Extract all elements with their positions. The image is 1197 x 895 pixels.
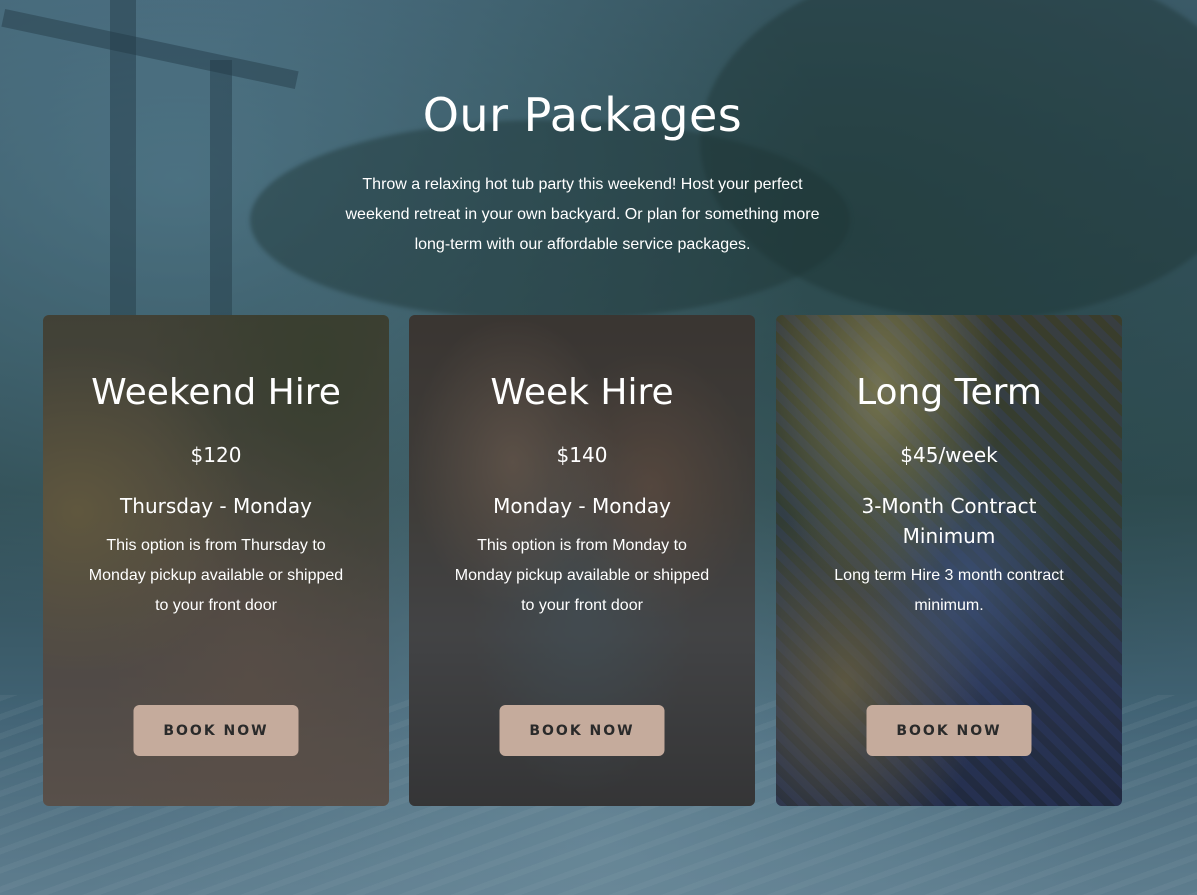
package-card-long-term: Long Term $45/week 3-Month Contract Mini…: [776, 315, 1122, 806]
package-cards: Weekend Hire $120 Thursday - Monday This…: [43, 315, 1123, 806]
book-now-button[interactable]: BOOK NOW: [499, 705, 665, 756]
package-price: $140: [556, 443, 608, 467]
section-header: Our Packages Throw a relaxing hot tub pa…: [0, 88, 1165, 260]
package-description: Long term Hire 3 month contract minimum.: [834, 567, 1064, 614]
package-period: Thursday - Monday: [120, 494, 312, 518]
package-card-weekend-hire: Weekend Hire $120 Thursday - Monday This…: [43, 315, 389, 806]
book-now-button[interactable]: BOOK NOW: [133, 705, 299, 756]
card-content: Long Term $45/week 3-Month Contract Mini…: [776, 371, 1122, 621]
section-intro: Throw a relaxing hot tub party this week…: [345, 176, 820, 253]
section-title: Our Packages: [422, 88, 743, 142]
package-name: Week Hire: [490, 372, 674, 413]
package-price: $45/week: [900, 443, 998, 467]
packages-section: Our Packages Throw a relaxing hot tub pa…: [0, 0, 1197, 895]
package-period: Monday - Monday: [493, 494, 671, 518]
package-description: This option is from Monday to Monday pic…: [454, 537, 710, 614]
package-card-week-hire: Week Hire $140 Monday - Monday This opti…: [409, 315, 755, 806]
package-description: This option is from Thursday to Monday p…: [88, 537, 344, 614]
card-content: Week Hire $140 Monday - Monday This opti…: [409, 371, 755, 621]
book-now-button[interactable]: BOOK NOW: [866, 705, 1032, 756]
card-content: Weekend Hire $120 Thursday - Monday This…: [43, 371, 389, 621]
package-price: $120: [190, 443, 242, 467]
package-name: Weekend Hire: [91, 372, 341, 413]
package-name: Long Term: [856, 372, 1042, 413]
package-period: 3-Month Contract Minimum: [861, 494, 1037, 548]
